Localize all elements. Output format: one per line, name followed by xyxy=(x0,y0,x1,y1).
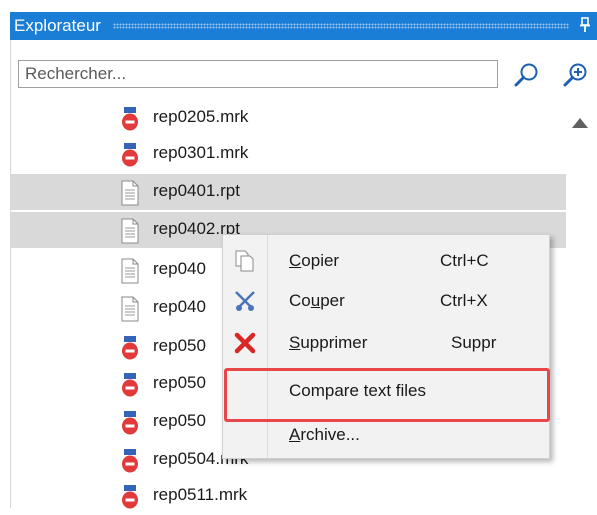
marker-file-icon xyxy=(118,335,142,361)
explorer-title-bar: Explorateur xyxy=(10,12,597,40)
menu-item-shortcut: Ctrl+C xyxy=(440,251,489,270)
tree-item-label: rep0301.mrk xyxy=(153,143,249,162)
menu-item-label: Supprimer xyxy=(289,333,368,352)
tree-item[interactable]: rep0511.mrk xyxy=(11,478,566,514)
search-input[interactable] xyxy=(18,60,498,88)
menu-item-label: Couper xyxy=(289,291,345,310)
text-file-icon xyxy=(118,258,142,284)
copy-icon xyxy=(233,249,257,273)
menu-item-copy[interactable]: Copier Ctrl+C xyxy=(223,241,549,281)
tree-item-label: rep0511.mrk xyxy=(153,485,248,504)
tree-item[interactable]: rep0301.mrk xyxy=(11,136,566,172)
marker-file-icon xyxy=(118,448,142,474)
highlight-box xyxy=(224,368,550,422)
marker-file-icon xyxy=(118,142,142,168)
tree-item[interactable]: rep0205.mrk xyxy=(11,100,566,136)
scissors-icon xyxy=(233,289,257,313)
marker-file-icon xyxy=(118,106,142,132)
tree-item-label: rep050 xyxy=(153,373,206,392)
tree-item-selected[interactable]: rep0401.rpt xyxy=(11,174,566,210)
panel-title: Explorateur xyxy=(14,16,101,35)
text-file-icon xyxy=(118,296,142,322)
tree-item-label: rep050 xyxy=(153,411,206,430)
marker-file-icon xyxy=(118,410,142,436)
context-menu: Copier Ctrl+C Couper Ctrl+X Supprimer Su… xyxy=(222,234,550,459)
tree-item-label: rep040 xyxy=(153,297,206,316)
menu-item-delete[interactable]: Supprimer Suppr xyxy=(223,323,549,363)
menu-item-label: Copier xyxy=(289,251,340,270)
title-grip[interactable] xyxy=(112,23,569,29)
pin-icon[interactable] xyxy=(579,16,597,36)
delete-icon xyxy=(233,331,257,355)
tree-item-label: rep0205.mrk xyxy=(153,107,249,126)
tree-item-label: rep0401.rpt xyxy=(153,181,240,200)
text-file-icon xyxy=(118,218,142,244)
menu-item-archive[interactable]: Archive... xyxy=(223,419,549,459)
zoom-in-icon[interactable] xyxy=(560,60,590,90)
search-icon[interactable] xyxy=(512,60,542,90)
menu-item-label: Archive... xyxy=(289,425,360,444)
menu-item-shortcut: Ctrl+X xyxy=(440,291,488,310)
tree-item-label: rep050 xyxy=(153,336,206,355)
scroll-up-arrow-icon[interactable] xyxy=(572,118,588,128)
menu-item-cut[interactable]: Couper Ctrl+X xyxy=(223,281,549,321)
marker-file-icon xyxy=(118,484,142,510)
menu-item-shortcut: Suppr xyxy=(451,333,497,352)
marker-file-icon xyxy=(118,372,142,398)
tree-item-label: rep040 xyxy=(153,259,206,278)
text-file-icon xyxy=(118,180,142,206)
